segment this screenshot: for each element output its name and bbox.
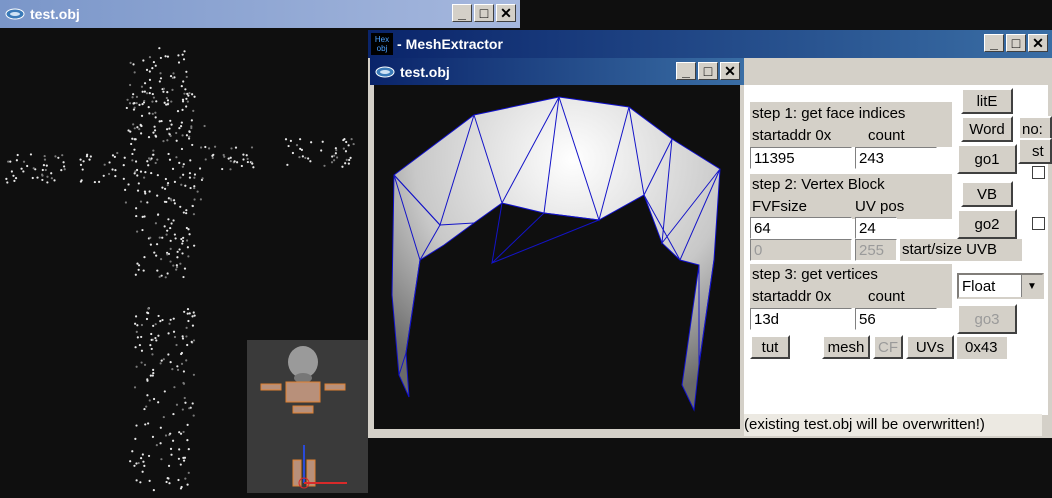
step2-uvpos-label: UV pos bbox=[855, 198, 905, 215]
step2-uvpos-input[interactable] bbox=[855, 217, 897, 239]
obj-viewer-icon bbox=[374, 64, 396, 80]
step3-startaddr-input[interactable] bbox=[750, 308, 852, 330]
app-icon-text-top: Hex bbox=[374, 35, 390, 44]
float-select[interactable]: Float ▼ bbox=[957, 273, 1044, 299]
preview-thumbnail bbox=[247, 340, 368, 493]
step3-count-label: count bbox=[868, 288, 905, 305]
uvb-start-input bbox=[750, 239, 852, 261]
step1-startaddr-input[interactable] bbox=[750, 147, 852, 169]
step3-count-input[interactable] bbox=[855, 308, 937, 330]
mesh-button[interactable]: mesh bbox=[822, 335, 870, 359]
inner-viewer-titlebar[interactable]: test.obj _ □ ✕ bbox=[370, 58, 744, 85]
hex-obj-app-icon: Hex obj bbox=[371, 33, 393, 55]
maximize-button[interactable]: □ bbox=[698, 62, 718, 80]
mesh-extractor-titlebar[interactable]: Hex obj - MeshExtractor _ □ ✕ bbox=[368, 30, 1052, 58]
chevron-down-icon[interactable]: ▼ bbox=[1021, 275, 1042, 297]
go1-button[interactable]: go1 bbox=[957, 144, 1017, 174]
mesh-extractor-title: MeshExtractor bbox=[405, 36, 503, 52]
uvb-size-input bbox=[855, 239, 897, 261]
step1-count-label: count bbox=[868, 127, 905, 144]
maximize-button[interactable]: □ bbox=[474, 4, 494, 22]
close-button[interactable]: ✕ bbox=[720, 62, 740, 80]
uvs-button[interactable]: UVs bbox=[906, 335, 954, 359]
cut-st-button[interactable]: st bbox=[1018, 138, 1052, 164]
maximize-button[interactable]: □ bbox=[1006, 34, 1026, 52]
app-icon-text-bottom: obj bbox=[376, 44, 388, 53]
go3-button[interactable]: go3 bbox=[957, 304, 1017, 334]
close-button[interactable]: ✕ bbox=[496, 4, 516, 22]
minimize-button[interactable]: _ bbox=[452, 4, 472, 22]
step1-count-input[interactable] bbox=[855, 147, 937, 169]
step2-fvf-label: FVFsize bbox=[752, 198, 808, 215]
inner-viewer-window: test.obj _ □ ✕ bbox=[370, 58, 744, 432]
step3-heading: step 3: get vertices bbox=[752, 266, 878, 283]
mesh-render-canvas[interactable] bbox=[374, 85, 740, 429]
minimize-button[interactable]: _ bbox=[676, 62, 696, 80]
status-text: (existing test.obj will be overwritten!) bbox=[744, 416, 985, 433]
step1-startaddr-label: startaddr 0x bbox=[752, 127, 832, 144]
step3-startaddr-label: startaddr 0x bbox=[752, 288, 832, 305]
minimize-button[interactable]: _ bbox=[984, 34, 1004, 52]
bg-viewer-titlebar[interactable]: test.obj _ □ ✕ bbox=[0, 0, 520, 28]
lite-button[interactable]: litE bbox=[961, 88, 1013, 114]
word-button[interactable]: Word bbox=[961, 116, 1013, 142]
tut-button[interactable]: tut bbox=[750, 335, 790, 359]
vb-button[interactable]: VB bbox=[961, 181, 1013, 207]
go2-button[interactable]: go2 bbox=[957, 209, 1017, 239]
close-button[interactable]: ✕ bbox=[1028, 34, 1048, 52]
step2-heading: step 2: Vertex Block bbox=[752, 176, 885, 193]
cf-button[interactable]: CF bbox=[873, 335, 903, 359]
inner-viewer-title: test.obj bbox=[400, 63, 450, 80]
mesh-extractor-title-separator: - bbox=[397, 36, 402, 52]
option-checkbox-2[interactable] bbox=[1032, 217, 1045, 230]
uvb-label: start/size UVB bbox=[902, 241, 998, 258]
step1-heading: step 1: get face indices bbox=[752, 105, 906, 122]
obj-viewer-icon bbox=[4, 6, 26, 22]
step2-fvf-input[interactable] bbox=[750, 217, 852, 239]
mesh-extractor-window: Hex obj - MeshExtractor _ □ ✕ step 1: ge… bbox=[368, 30, 1052, 438]
float-select-value: Float bbox=[962, 277, 996, 295]
option-checkbox-1[interactable] bbox=[1032, 166, 1045, 179]
bg-viewer-title: test.obj bbox=[30, 6, 80, 22]
hex-value: 0x43 bbox=[965, 339, 998, 356]
